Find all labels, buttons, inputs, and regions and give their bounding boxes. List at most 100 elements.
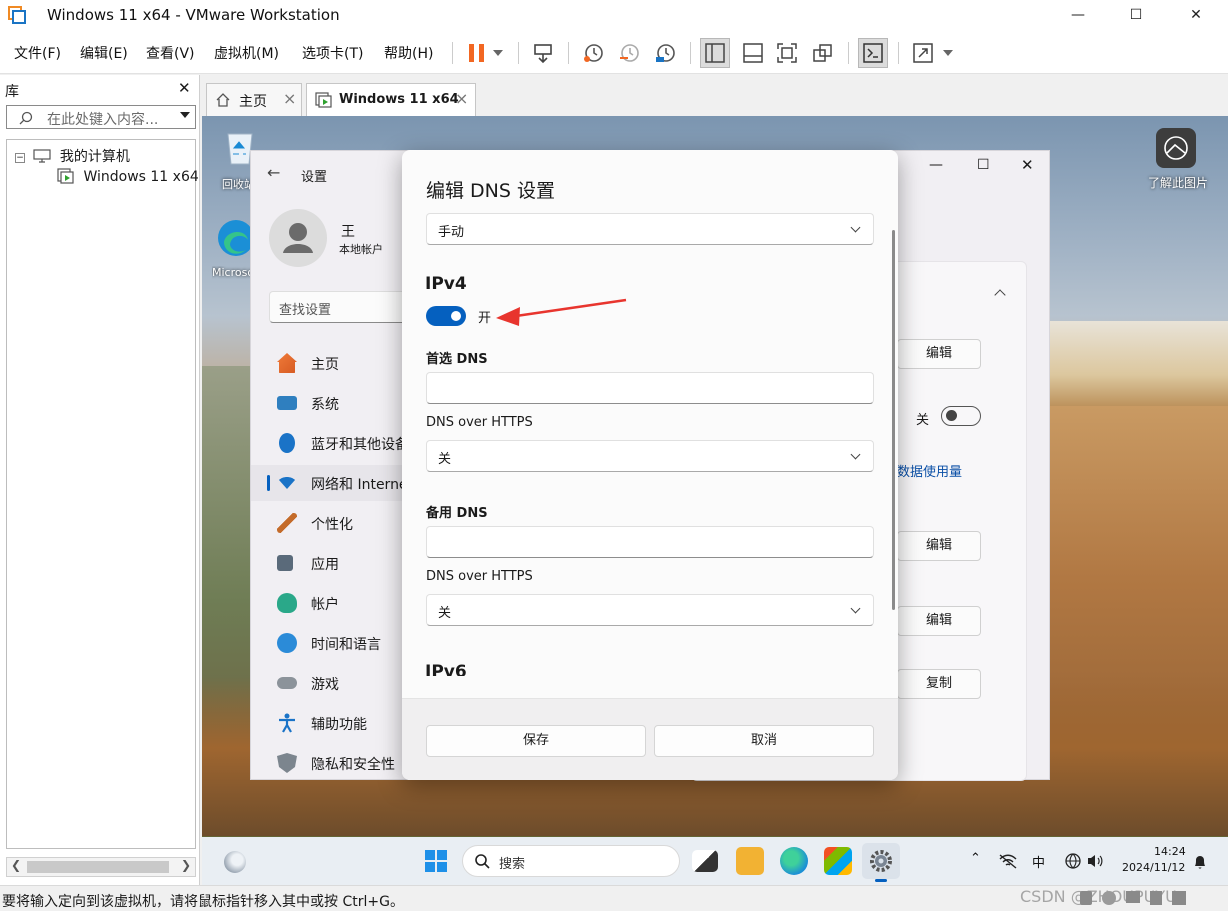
chevron-down-icon[interactable] <box>180 112 190 118</box>
tab-home[interactable]: 主页 × <box>206 83 302 116</box>
ime-indicator[interactable]: 中 <box>1032 852 1045 871</box>
copy-button[interactable]: 复制 <box>897 669 981 699</box>
taskbar-search-box[interactable]: 搜索 <box>462 845 680 877</box>
settings-maximize-icon[interactable]: ☐ <box>977 157 990 173</box>
ipv4-heading: IPv4 <box>425 274 467 294</box>
save-button[interactable]: 保存 <box>426 725 646 757</box>
tab-vm[interactable]: Windows 11 x64 × <box>306 83 476 116</box>
network-adapter-icon[interactable] <box>1126 891 1140 903</box>
sound-icon[interactable] <box>1172 891 1186 905</box>
thumbnail-bar-icon[interactable] <box>738 38 768 68</box>
snapshot-manager-icon[interactable] <box>650 38 680 68</box>
toolbar-separator <box>690 42 691 64</box>
file-explorer-icon[interactable] <box>736 847 764 875</box>
nav-label: 应用 <box>311 557 339 573</box>
clock-time[interactable]: 14:24 <box>1154 845 1186 858</box>
nav-label: 辅助功能 <box>311 717 367 733</box>
menu-tabs[interactable]: 选项卡(T) <box>302 43 363 63</box>
nav-label: 系统 <box>311 397 339 413</box>
unity-icon[interactable] <box>808 38 838 68</box>
pause-dropdown-icon[interactable] <box>488 38 508 68</box>
brush-icon <box>277 513 297 533</box>
task-view-icon[interactable] <box>692 850 718 872</box>
menu-edit[interactable]: 编辑(E) <box>80 43 128 63</box>
edit-button[interactable]: 编辑 <box>897 531 981 561</box>
menu-help[interactable]: 帮助(H) <box>384 43 433 63</box>
tree-item-my-computer[interactable]: − 我的计算机 <box>15 146 130 166</box>
dropdown-value: 关 <box>438 452 452 467</box>
minimize-button[interactable]: — <box>1050 0 1106 30</box>
network-icon[interactable] <box>998 853 1018 869</box>
gear-icon[interactable] <box>868 848 894 874</box>
close-tab-icon[interactable]: × <box>455 89 468 108</box>
scroll-right-icon[interactable]: ❯ <box>181 858 191 872</box>
back-arrow-icon[interactable]: ← <box>267 163 280 182</box>
menu-view[interactable]: 查看(V) <box>146 43 195 63</box>
menu-file[interactable]: 文件(F) <box>14 43 61 63</box>
clock-date[interactable]: 2024/11/12 <box>1122 861 1185 874</box>
cd-icon[interactable] <box>1102 891 1116 905</box>
volume-icon[interactable] <box>1086 852 1104 870</box>
settings-search-placeholder: 查找设置 <box>279 303 332 318</box>
chevron-down-icon <box>850 603 861 614</box>
usb-icon[interactable] <box>1150 891 1162 905</box>
vmware-logo-icon <box>8 6 26 24</box>
tree-item-vm[interactable]: Windows 11 x64 <box>57 168 199 185</box>
doh-dropdown-1[interactable]: 关 <box>426 440 874 472</box>
stretch-guest-icon[interactable] <box>908 38 938 68</box>
doh-dropdown-2[interactable]: 关 <box>426 594 874 626</box>
dialog-footer: 保存 取消 <box>402 698 898 780</box>
library-search-input[interactable]: 在此处键入内容... <box>6 105 196 129</box>
tab-bar: 主页 × Windows 11 x64 × <box>202 75 1228 116</box>
home-icon <box>216 93 230 107</box>
widgets-icon[interactable] <box>224 851 246 873</box>
cancel-button[interactable]: 取消 <box>654 725 874 757</box>
show-library-icon[interactable] <box>700 38 730 68</box>
globe-icon[interactable] <box>1064 852 1082 870</box>
full-screen-icon[interactable] <box>772 38 802 68</box>
nav-label: 时间和语言 <box>311 637 381 653</box>
chevron-up-icon[interactable]: ⌃ <box>970 851 981 866</box>
notification-bell-icon[interactable] <box>1192 854 1208 870</box>
running-indicator <box>875 879 887 882</box>
maximize-button[interactable]: ☐ <box>1108 0 1164 30</box>
stretch-dropdown-icon[interactable] <box>938 38 958 68</box>
learn-about-picture[interactable]: 了解此图片 <box>1142 128 1222 198</box>
status-bar: 要将输入定向到该虚拟机，请将鼠标指针移入其中或按 Ctrl+G。 CSDN @Z… <box>0 885 1228 911</box>
metered-toggle[interactable] <box>941 406 981 426</box>
toolbar-separator <box>568 42 569 64</box>
scroll-left-icon[interactable]: ❮ <box>11 858 21 872</box>
device-status-icons <box>1080 891 1220 907</box>
windows-start-icon[interactable] <box>424 849 448 873</box>
close-tab-icon[interactable]: × <box>283 89 296 108</box>
edit-button[interactable]: 编辑 <box>897 339 981 369</box>
scrollbar-thumb[interactable] <box>27 861 169 873</box>
settings-close-icon[interactable]: ✕ <box>1021 156 1034 174</box>
vm-screen[interactable]: 回收站 Microsoft Edge 了解此图片 ← 设置 — ☐ ✕ 王 本地… <box>202 116 1228 885</box>
dialog-title: 编辑 DNS 设置 <box>426 180 555 202</box>
store-icon[interactable] <box>824 847 852 875</box>
menu-vm[interactable]: 虚拟机(M) <box>214 43 279 63</box>
library-panel: 库 ✕ 在此处键入内容... − 我的计算机 Windows 11 x64 ❮ … <box>0 75 200 885</box>
library-title: 库 <box>5 84 19 100</box>
console-view-icon[interactable] <box>858 38 888 68</box>
dns-mode-dropdown[interactable]: 手动 <box>426 213 874 245</box>
snapshot-icon[interactable] <box>578 38 608 68</box>
dialog-scrollbar[interactable] <box>892 230 895 610</box>
close-button[interactable]: ✕ <box>1168 0 1224 30</box>
edit-button[interactable]: 编辑 <box>897 606 981 636</box>
library-close-icon[interactable]: ✕ <box>178 79 191 97</box>
edge-taskbar-icon[interactable] <box>780 847 808 875</box>
data-usage-link[interactable]: 数据使用量 <box>897 461 962 480</box>
hard-disk-icon[interactable] <box>1080 891 1092 905</box>
alternate-dns-input[interactable] <box>426 526 874 558</box>
settings-minimize-icon[interactable]: — <box>929 157 943 173</box>
collapse-icon[interactable]: − <box>15 153 25 163</box>
send-ctrl-alt-del-icon[interactable] <box>528 38 558 68</box>
preferred-dns-input[interactable] <box>426 372 874 404</box>
revert-snapshot-icon[interactable] <box>614 38 644 68</box>
library-horizontal-scrollbar[interactable]: ❮ ❯ <box>6 857 196 877</box>
library-search-placeholder: 在此处键入内容... <box>47 112 159 128</box>
ipv4-toggle[interactable] <box>426 306 466 326</box>
nav-label: 蓝牙和其他设备 <box>311 437 409 453</box>
